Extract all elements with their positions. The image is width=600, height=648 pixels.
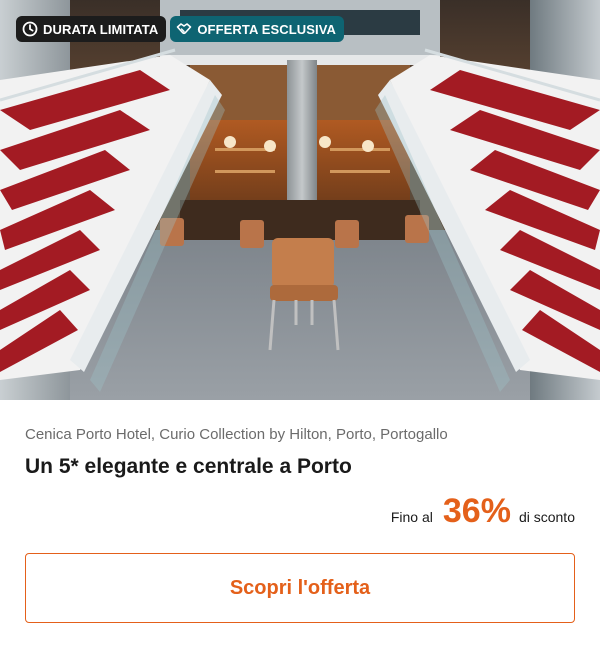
discount-suffix: di sconto bbox=[518, 509, 575, 525]
offer-title[interactable]: Un 5* elegante e centrale a Porto bbox=[25, 455, 352, 479]
clock-icon bbox=[22, 21, 38, 37]
discount-prefix: Fino al bbox=[390, 509, 433, 525]
discount-value: 36% bbox=[442, 492, 511, 530]
discover-offer-label: Scopri l'offerta bbox=[229, 576, 371, 599]
exclusive-offer-badge: OFFERTA ESCLUSIVA bbox=[170, 16, 345, 42]
exclusive-offer-label: OFFERTA ESCLUSIVA bbox=[197, 21, 337, 37]
hotel-lobby-image bbox=[0, 0, 600, 400]
handshake-icon bbox=[176, 21, 192, 37]
limited-duration-badge: DURATA LIMITATA bbox=[16, 16, 167, 42]
badges-row: DURATA LIMITATA OFFERTA ESCLUSIVA bbox=[16, 16, 345, 42]
discount-info: Fino al 36% di sconto bbox=[391, 494, 575, 528]
limited-duration-label: DURATA LIMITATA bbox=[43, 21, 159, 37]
hotel-photo[interactable]: DURATA LIMITATA OFFERTA ESCLUSIVA bbox=[0, 0, 600, 400]
offer-card[interactable]: DURATA LIMITATA OFFERTA ESCLUSIVA Cenica… bbox=[0, 0, 600, 648]
hotel-location: Cenica Porto Hotel, Curio Collection by … bbox=[25, 426, 448, 443]
discover-offer-button[interactable]: Scopri l'offerta bbox=[25, 553, 575, 623]
